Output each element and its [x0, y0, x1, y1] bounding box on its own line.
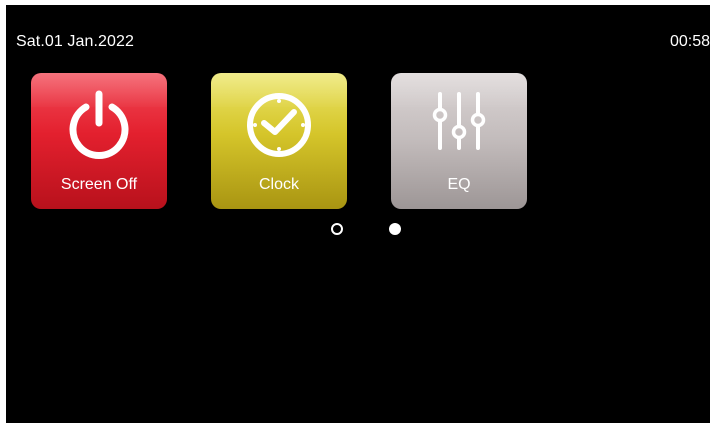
page-indicator-dot-1[interactable]	[331, 223, 343, 235]
screen-off-button[interactable]: Screen Off	[31, 73, 167, 209]
home-screen: Sat.01 Jan.2022 00:58 Screen Off Clock E…	[6, 5, 710, 423]
eq-button[interactable]: EQ	[391, 73, 527, 209]
clock-icon	[247, 93, 311, 157]
power-icon	[69, 90, 129, 159]
eq-label: EQ	[447, 176, 471, 193]
clock-label: Clock	[258, 176, 299, 193]
page-indicator-dot-2-active[interactable]	[389, 223, 401, 235]
equalizer-icon	[432, 92, 486, 150]
clock-button[interactable]: Clock	[211, 73, 347, 209]
time-label: 00:58	[669, 33, 710, 50]
date-label: Sat.01 Jan.2022	[16, 33, 135, 50]
screen-off-label: Screen Off	[60, 176, 138, 193]
